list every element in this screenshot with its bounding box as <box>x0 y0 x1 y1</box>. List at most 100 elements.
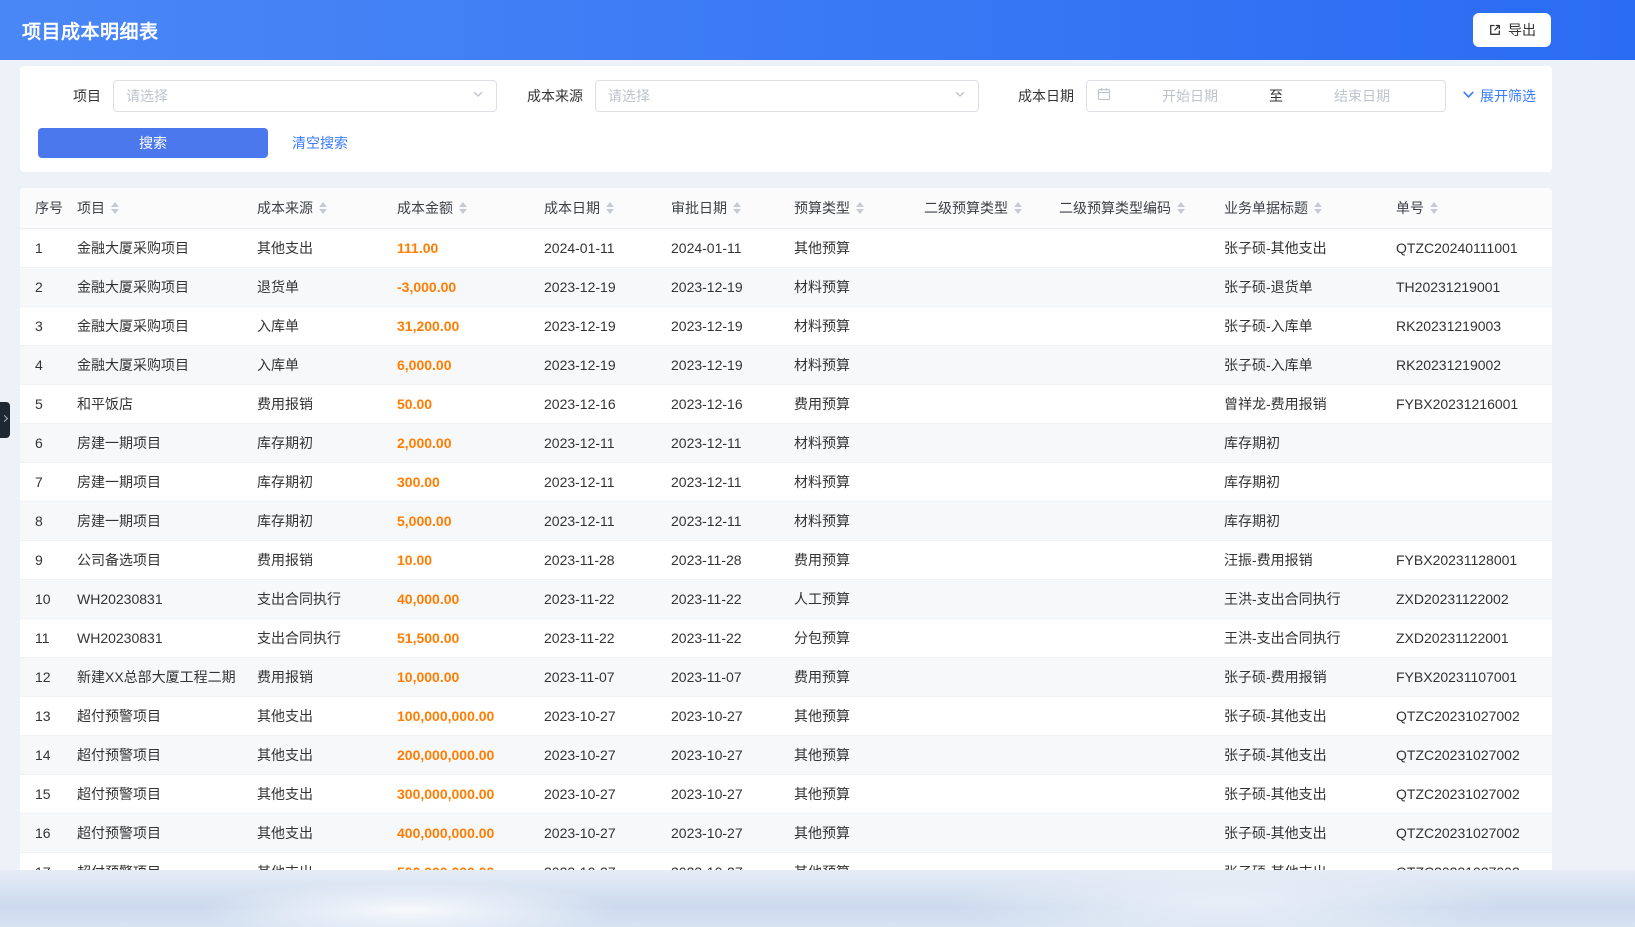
table-cell <box>1047 852 1212 870</box>
export-icon <box>1488 23 1502 37</box>
column-header-4[interactable]: 成本日期 <box>532 188 659 228</box>
table-cell <box>912 345 1047 384</box>
column-header-3[interactable]: 成本金额 <box>385 188 532 228</box>
sort-icon[interactable] <box>606 202 614 214</box>
main-content: 项目 请选择 成本来源 请选择 成本日期 <box>0 60 1635 870</box>
cost-date-range-picker[interactable]: 开始日期 至 结束日期 <box>1086 80 1446 112</box>
table-cell <box>1047 423 1212 462</box>
table-cell: QTZC20231027002 <box>1384 813 1552 852</box>
table-cell: 200,000,000.00 <box>385 735 532 774</box>
table-cell: 10 <box>20 579 65 618</box>
sort-icon[interactable] <box>1314 202 1322 214</box>
table-cell <box>912 306 1047 345</box>
table-cell: 31,200.00 <box>385 306 532 345</box>
table-cell: QTZC20231027002 <box>1384 735 1552 774</box>
table-cell: 3 <box>20 306 65 345</box>
table-cell: 其他预算 <box>782 696 912 735</box>
table-cell: 9 <box>20 540 65 579</box>
sort-icon[interactable] <box>1014 202 1022 214</box>
table-cell: 张子硕-其他支出 <box>1212 852 1384 870</box>
table-cell <box>1047 228 1212 267</box>
table-cell <box>1047 306 1212 345</box>
drawer-toggle-handle[interactable] <box>0 402 10 438</box>
table-cell <box>1047 540 1212 579</box>
sort-icon[interactable] <box>459 202 467 214</box>
table-cell: 材料预算 <box>782 501 912 540</box>
table-cell <box>912 501 1047 540</box>
column-header-10[interactable]: 单号 <box>1384 188 1552 228</box>
table-cell: 其他支出 <box>245 228 385 267</box>
sort-icon[interactable] <box>856 202 864 214</box>
table-cell: 500,000,000.00 <box>385 852 532 870</box>
table-cell <box>912 228 1047 267</box>
table-cell: 2023-12-19 <box>532 345 659 384</box>
table-cell: QTZC20231027002 <box>1384 774 1552 813</box>
column-header-8[interactable]: 二级预算类型编码 <box>1047 188 1212 228</box>
table-cell: 6,000.00 <box>385 345 532 384</box>
column-header-5[interactable]: 审批日期 <box>659 188 782 228</box>
table-cell: 300,000,000.00 <box>385 774 532 813</box>
table-cell: FYBX20231107001 <box>1384 657 1552 696</box>
table-cell: 库存期初 <box>245 423 385 462</box>
table-cell: 2023-10-27 <box>659 774 782 813</box>
sort-icon[interactable] <box>111 202 119 214</box>
expand-filter-link[interactable]: 展开筛选 <box>1462 86 1536 106</box>
table-cell: 2 <box>20 267 65 306</box>
start-date-input[interactable]: 开始日期 <box>1117 86 1263 106</box>
column-header-7[interactable]: 二级预算类型 <box>912 188 1047 228</box>
export-button[interactable]: 导出 <box>1473 13 1551 47</box>
table-cell: RK20231219002 <box>1384 345 1552 384</box>
table-cell: 2023-12-19 <box>532 306 659 345</box>
table-cell: 公司备选项目 <box>65 540 245 579</box>
cost-source-select[interactable]: 请选择 <box>595 80 979 112</box>
table-cell: 17 <box>20 852 65 870</box>
table-cell: 金融大厦采购项目 <box>65 345 245 384</box>
table-header-row: 序号项目成本来源成本金额成本日期审批日期预算类型二级预算类型二级预算类型编码业务… <box>20 188 1552 228</box>
cost-source-filter-label: 成本来源 <box>527 86 583 106</box>
column-label: 二级预算类型编码 <box>1059 200 1171 216</box>
table-cell: RK20231219003 <box>1384 306 1552 345</box>
table-cell: 4 <box>20 345 65 384</box>
table-cell: -3,000.00 <box>385 267 532 306</box>
table-cell: 2023-10-27 <box>659 813 782 852</box>
end-date-input[interactable]: 结束日期 <box>1289 86 1435 106</box>
cost-date-filter: 成本日期 开始日期 至 结束日期 <box>1018 80 1446 112</box>
table-cell: 2023-12-11 <box>659 462 782 501</box>
column-header-6[interactable]: 预算类型 <box>782 188 912 228</box>
table-cell: 材料预算 <box>782 267 912 306</box>
column-header-1[interactable]: 项目 <box>65 188 245 228</box>
table-body: 1金融大厦采购项目其他支出111.002024-01-112024-01-11其… <box>20 228 1552 870</box>
table-cell: 退货单 <box>245 267 385 306</box>
project-select[interactable]: 请选择 <box>113 80 497 112</box>
table-cell: 费用预算 <box>782 657 912 696</box>
column-header-9[interactable]: 业务单据标题 <box>1212 188 1384 228</box>
cost-table-card: 序号项目成本来源成本金额成本日期审批日期预算类型二级预算类型二级预算类型编码业务… <box>20 188 1552 870</box>
table-cell: 400,000,000.00 <box>385 813 532 852</box>
table-cell: 汪振-费用报销 <box>1212 540 1384 579</box>
table-cell: 超付预警项目 <box>65 852 245 870</box>
table-cell <box>912 423 1047 462</box>
table-row: 14超付预警项目其他支出200,000,000.002023-10-272023… <box>20 735 1552 774</box>
sort-icon[interactable] <box>1177 202 1185 214</box>
column-header-2[interactable]: 成本来源 <box>245 188 385 228</box>
sort-icon[interactable] <box>733 202 741 214</box>
chevron-down-icon <box>954 87 966 105</box>
table-cell: 2023-10-27 <box>532 813 659 852</box>
table-cell <box>912 618 1047 657</box>
table-cell: 新建XX总部大厦工程二期 <box>65 657 245 696</box>
filter-row: 项目 请选择 成本来源 请选择 成本日期 <box>38 80 1536 112</box>
table-cell: 其他支出 <box>245 774 385 813</box>
table-row: 13超付预警项目其他支出100,000,000.002023-10-272023… <box>20 696 1552 735</box>
sort-icon[interactable] <box>319 202 327 214</box>
table-cell: 2023-12-11 <box>659 423 782 462</box>
sort-icon[interactable] <box>1430 202 1438 214</box>
table-cell: 费用报销 <box>245 384 385 423</box>
table-cell <box>912 462 1047 501</box>
search-button[interactable]: 搜索 <box>38 128 268 158</box>
column-label: 成本金额 <box>397 200 453 216</box>
table-cell <box>1384 501 1552 540</box>
column-label: 成本来源 <box>257 200 313 216</box>
table-cell <box>912 267 1047 306</box>
clear-search-link[interactable]: 清空搜索 <box>292 133 348 153</box>
table-cell <box>1047 345 1212 384</box>
